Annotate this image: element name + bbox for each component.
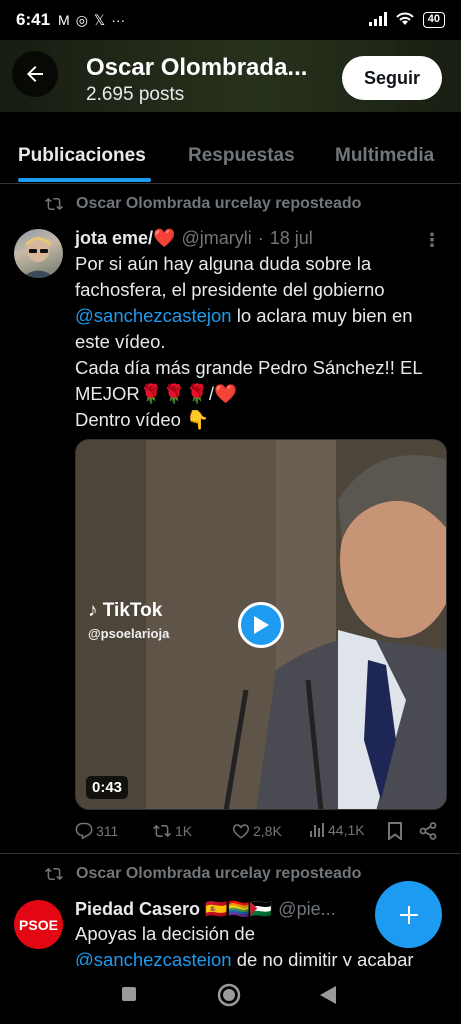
post-count: 2.695 posts — [86, 84, 185, 105]
instagram-icon: ◎ — [75, 11, 88, 28]
profile-tabs: Publicaciones Respuestas Multimedia — [0, 130, 461, 184]
post-header: jota eme/❤️ @jmaryli · 18 jul — [75, 228, 313, 249]
repost-label: Oscar Olombrada urcelay reposteado — [76, 865, 362, 882]
author-handle[interactable]: @pie... — [278, 899, 335, 920]
profile-header-banner: Oscar Olombrada... 2.695 posts Seguir — [0, 40, 461, 112]
tiktok-watermark: ♪ TikTok @psoelarioja — [88, 600, 169, 641]
x-icon: 𝕏 — [93, 11, 106, 28]
tab-respuestas[interactable]: Respuestas — [188, 130, 295, 167]
reply-count: 311 — [96, 823, 119, 839]
separator-dot: · — [257, 228, 264, 248]
mention-link[interactable]: @sanchezcastejon — [75, 305, 232, 326]
post-text-line: este vídeo. — [75, 331, 166, 352]
views-count: 44,1K — [328, 822, 365, 838]
repost-icon — [45, 867, 63, 881]
post-text-line: Cada día más grande Pedro Sánchez!! EL — [75, 357, 423, 378]
play-button[interactable] — [238, 602, 284, 648]
more-notifications-icon: ··· — [111, 11, 126, 28]
repost-icon — [45, 197, 63, 211]
author-handle[interactable]: @jmaryli — [181, 228, 251, 249]
post-actions: 311 1K 2,8K 44,1K — [75, 820, 445, 844]
tiktok-label: TikTok — [102, 600, 163, 621]
avatar-image — [22, 237, 55, 278]
back-arrow-icon — [27, 66, 43, 82]
follow-button[interactable]: Seguir — [342, 56, 442, 100]
repost-label: Oscar Olombrada urcelay reposteado — [76, 195, 362, 212]
post-text-line: @sanchezcastejon lo aclara muy bien en — [75, 303, 447, 329]
views-icon — [310, 823, 324, 837]
system-navigation-bar — [0, 966, 461, 1024]
repost-count: 1K — [175, 823, 193, 839]
circle-icon — [217, 983, 241, 1007]
post-text-line: fachosfera, el presidente del gobierno — [75, 279, 385, 300]
tiktok-handle: @psoelarioja — [88, 626, 170, 641]
compose-post-button[interactable] — [375, 881, 442, 948]
video-player[interactable]: ♪ TikTok @psoelarioja 0:43 — [75, 439, 447, 810]
plus-icon — [399, 905, 418, 924]
tab-publicaciones[interactable]: Publicaciones — [18, 130, 146, 167]
bookmark-icon — [388, 822, 402, 840]
square-icon — [122, 987, 136, 1001]
status-bar: 6:41 M ◎ 𝕏 ··· 40 — [0, 0, 461, 40]
post-text-line: Por si aún hay alguna duda sobre la — [75, 253, 372, 274]
post-text: Por si aún hay alguna duda sobre la fach… — [75, 251, 447, 433]
play-icon — [254, 616, 269, 634]
post-text-fragment: lo aclara muy bien en — [231, 305, 413, 326]
post-date[interactable]: 18 jul — [270, 228, 313, 249]
heart-icon — [232, 824, 250, 839]
repost-indicator: Oscar Olombrada urcelay reposteado — [44, 195, 361, 213]
post-divider — [0, 853, 461, 854]
avatar[interactable] — [14, 229, 63, 278]
recent-apps-button[interactable] — [121, 986, 137, 1007]
share-icon — [419, 822, 437, 840]
tab-multimedia[interactable]: Multimedia — [335, 130, 434, 167]
gmail-icon: M — [58, 11, 70, 28]
share-button[interactable] — [419, 822, 437, 840]
like-count: 2,8K — [253, 823, 282, 839]
profile-name: Oscar Olombrada... — [86, 54, 308, 81]
repost-button[interactable]: 1K — [152, 822, 192, 840]
back-nav-button[interactable] — [319, 985, 337, 1010]
video-duration: 0:43 — [86, 776, 129, 799]
more-options-icon[interactable]: ⋮ — [423, 230, 441, 251]
status-time: 6:41 — [16, 10, 51, 29]
triangle-back-icon — [320, 986, 336, 1004]
psoe-logo: PSOE — [19, 916, 58, 933]
battery-indicator: 40 — [422, 12, 445, 28]
repost-indicator: Oscar Olombrada urcelay reposteado — [44, 865, 361, 883]
bookmark-button[interactable] — [387, 822, 403, 840]
author-name[interactable]: jota eme/❤️ — [75, 228, 175, 249]
tiktok-icon: ♪ — [88, 600, 98, 621]
avatar[interactable]: PSOE — [14, 900, 63, 949]
reply-button[interactable]: 311 — [75, 822, 118, 840]
post-text-line: Dentro vídeo 👇 — [75, 409, 210, 430]
reply-icon — [75, 822, 93, 840]
post-text-line: MEJOR🌹🌹🌹/❤️ — [75, 383, 238, 404]
repost-icon — [153, 824, 171, 838]
views-button[interactable]: 44,1K — [309, 822, 365, 838]
post-header: Piedad Casero 🇪🇸🏳️‍🌈🇵🇸 @pie... — [75, 899, 336, 920]
active-tab-indicator — [18, 178, 151, 182]
signal-icon — [368, 11, 387, 29]
wifi-icon — [395, 12, 415, 29]
author-name[interactable]: Piedad Casero 🇪🇸🏳️‍🌈🇵🇸 — [75, 899, 272, 920]
home-button[interactable] — [217, 983, 241, 1012]
back-button[interactable] — [12, 51, 58, 97]
like-button[interactable]: 2,8K — [232, 822, 282, 840]
